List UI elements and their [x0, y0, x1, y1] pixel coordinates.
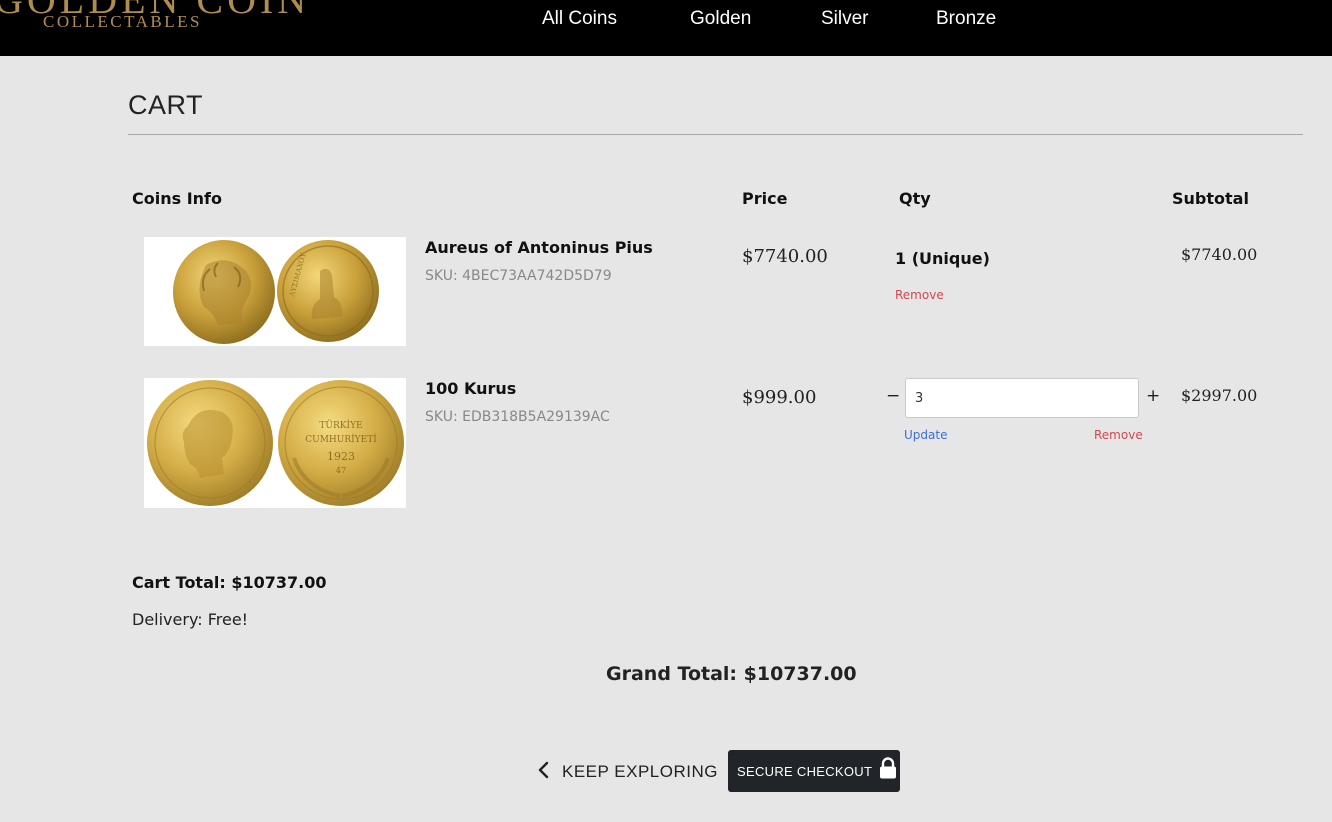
column-header-info: Coins Info [132, 189, 222, 208]
secure-checkout-button[interactable]: SECURE CHECKOUT [728, 750, 900, 792]
column-header-qty: Qty [899, 189, 931, 208]
svg-text:CUMHURİYETİ: CUMHURİYETİ [305, 433, 377, 445]
product-subtotal-100-kurus: $2997.00 [1181, 386, 1258, 405]
qty-input[interactable] [905, 378, 1139, 418]
keep-exploring-label: KEEP EXPLORING [562, 762, 718, 781]
nav-bronze[interactable]: Bronze [936, 8, 996, 30]
top-navbar: GOLDEN COIN COLLECTABLES All Coins Golde… [0, 0, 1332, 56]
secure-checkout-label: SECURE CHECKOUT [737, 763, 873, 779]
coin-pair-illustration: TÜRKİYE CUMHURİYETİ 1923 47 [147, 380, 404, 506]
brand-subtitle: COLLECTABLES [43, 12, 202, 31]
delivery-info: Delivery: Free! [132, 610, 249, 629]
product-subtotal-aureus: $7740.00 [1181, 245, 1258, 264]
nav-all-coins[interactable]: All Coins [542, 8, 617, 30]
qty-unique-label: 1 (Unique) [895, 249, 990, 268]
product-price-aureus: $7740.00 [742, 246, 828, 267]
coin-pair-illustration: ΛΥΣΙΜΑΧΟΥ [173, 240, 379, 344]
chevron-left-icon [538, 760, 549, 785]
keep-exploring-button[interactable]: KEEP EXPLORING [538, 758, 718, 786]
column-header-subtotal: Subtotal [1172, 189, 1249, 208]
product-image-100-kurus[interactable]: TÜRKİYE CUMHURİYETİ 1923 47 [144, 378, 406, 508]
product-image-aureus[interactable]: ΛΥΣΙΜΑΧΟΥ [144, 237, 406, 346]
product-name-100-kurus[interactable]: 100 Kurus [425, 379, 516, 398]
update-button-100-kurus[interactable]: Update [904, 428, 947, 442]
remove-button-aureus[interactable]: Remove [895, 288, 944, 302]
nav-silver[interactable]: Silver [821, 8, 869, 30]
grand-total: Grand Total: $10737.00 [606, 663, 857, 685]
svg-text:47: 47 [336, 466, 346, 475]
title-divider [128, 134, 1303, 135]
qty-decrement-button[interactable]: − [886, 386, 900, 406]
svg-text:1923: 1923 [327, 450, 355, 463]
cart-total: Cart Total: $10737.00 [132, 573, 327, 592]
svg-text:TÜRKİYE: TÜRKİYE [319, 419, 362, 431]
lock-icon [879, 756, 897, 782]
column-header-price: Price [742, 189, 788, 208]
qty-increment-button[interactable]: + [1146, 386, 1160, 406]
product-sku-aureus: SKU: 4BEC73AA742D5D79 [425, 268, 612, 284]
product-name-aureus[interactable]: Aureus of Antoninus Pius [425, 238, 653, 257]
remove-button-100-kurus[interactable]: Remove [1094, 428, 1143, 442]
product-price-100-kurus: $999.00 [742, 387, 817, 408]
product-sku-100-kurus: SKU: EDB318B5A29139AC [425, 409, 610, 425]
page-title: CART [128, 90, 204, 120]
nav-golden[interactable]: Golden [690, 8, 751, 30]
